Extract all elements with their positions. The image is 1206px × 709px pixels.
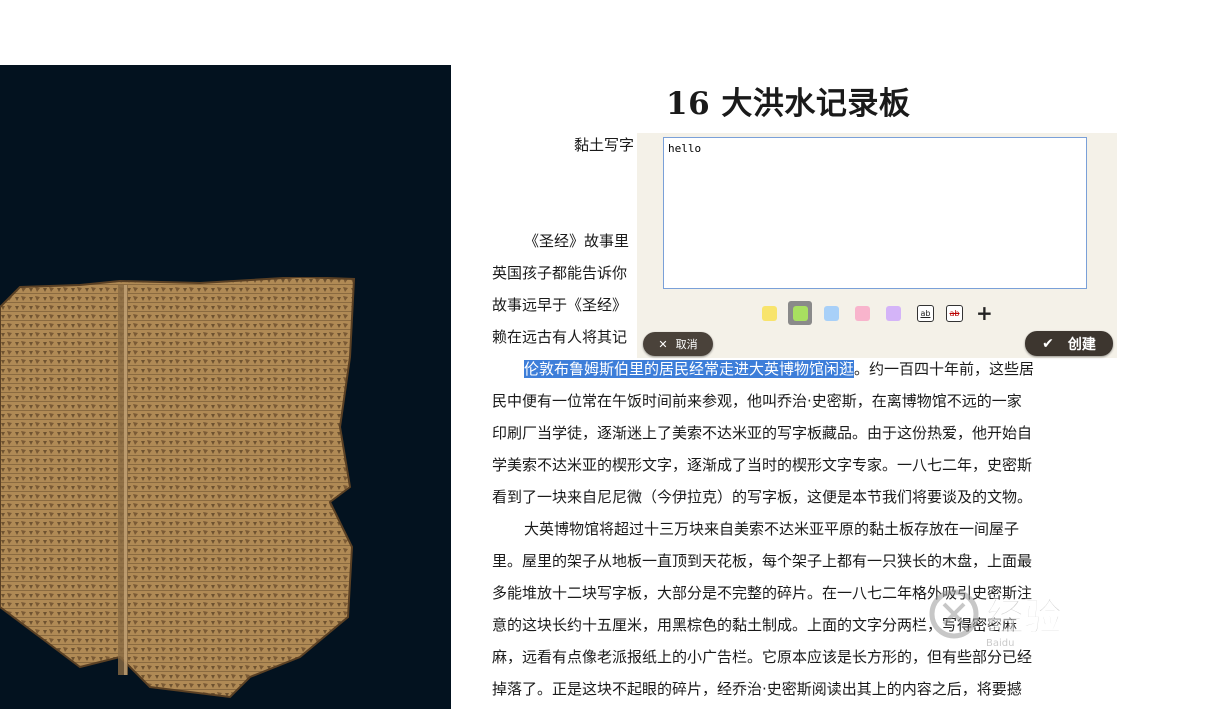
text-line: 印刷厂当学徒，逐渐迷上了美索不达米亚的写字板藏品。由于这份热爱，他开始自 <box>492 424 1033 442</box>
color-option-yellow[interactable] <box>757 301 781 325</box>
swatch-purple <box>885 305 901 321</box>
text-line: 里。屋里的架子从地板一直顶到天花板，每个架子上都有一只狭长的木盘，上面最 <box>492 552 1033 570</box>
cuneiform-tablet-image <box>0 277 356 699</box>
underline-style-label: ab <box>920 308 931 318</box>
note-textarea[interactable]: hello <box>663 137 1087 289</box>
check-icon: ✔ <box>1042 335 1054 352</box>
swatch-yellow <box>761 305 777 321</box>
text-line: 看到了一块来自尼尼微（今伊拉克）的写字板，这便是本节我们将要谈及的文物。 <box>492 488 1033 506</box>
add-icon[interactable]: + <box>976 303 993 323</box>
color-picker: ab ab + <box>757 301 993 325</box>
create-label: 创建 <box>1067 336 1096 353</box>
swatch-green <box>792 305 808 321</box>
page-title: 16 大洪水记录板 <box>666 86 911 122</box>
swatch-pink <box>854 305 870 321</box>
tablet-image-panel <box>0 65 451 709</box>
swatch-blue <box>823 305 839 321</box>
text-line: 学美索不达米亚的楔形文字，逐渐成了当时的楔形文字专家。一八七二年，史密斯 <box>492 456 1033 474</box>
baidu-jingyan-watermark: 经验 Baidu <box>929 589 1063 649</box>
cancel-label: 取消 <box>675 338 698 351</box>
create-button[interactable]: ✔ 创建 <box>1025 331 1113 356</box>
underline-style-button[interactable]: ab <box>917 304 934 322</box>
color-option-green[interactable] <box>788 301 812 325</box>
color-option-blue[interactable] <box>819 301 843 325</box>
watermark-brand: Baidu <box>986 638 1014 649</box>
selected-text[interactable]: 伦敦布鲁姆斯伯里的居民经常走进大英博物馆闲逛 <box>524 360 855 378</box>
text-line: 民中便有一位常在午饭时间前来参观，他叫乔治·史密斯，在离博物馆不远的一家 <box>492 392 1022 410</box>
image-caption: 黏土写字 <box>574 136 635 154</box>
cancel-button[interactable]: ✕ 取消 <box>643 332 713 356</box>
color-option-pink[interactable] <box>850 301 874 325</box>
text-line: 大英博物馆将超过十三万块来自美索不达米亚平原的黏土板存放在一间屋子 <box>524 520 1020 538</box>
strikethrough-style-label: ab <box>949 308 960 318</box>
text-line: 掉落了。正是这块不起眼的碎片，经乔治·史密斯阅读出其上的内容之后，将要撼 <box>492 680 1022 698</box>
watermark-text: 经验 <box>986 595 1062 639</box>
close-icon: ✕ <box>658 337 668 351</box>
color-option-purple[interactable] <box>881 301 905 325</box>
strikethrough-style-button[interactable]: ab <box>946 304 963 322</box>
paragraph-2: 伦敦布鲁姆斯伯里的居民经常走进大英博物馆闲逛。约一百四十年前，这些居 民中便有一… <box>492 353 1074 513</box>
text-fragment: 。约一百四十年前，这些居 <box>854 360 1035 378</box>
note-popup: hello ab ab + ✕ 取消 ✔ 创建 <box>637 133 1117 358</box>
